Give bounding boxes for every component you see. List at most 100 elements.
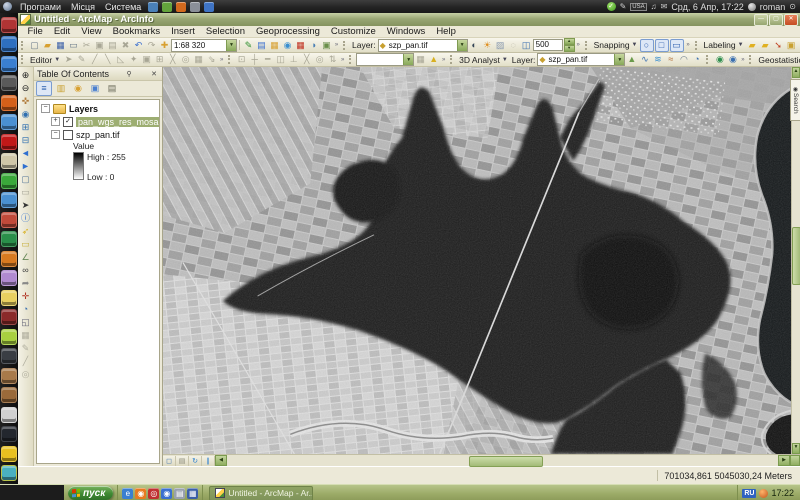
edit-trace-icon[interactable]: ╲ bbox=[101, 54, 114, 66]
scale-combo[interactable]: 1:68 320 ▼ bbox=[171, 39, 237, 52]
save-icon[interactable]: ▦ bbox=[54, 39, 67, 51]
las-dataset-combo[interactable]: ▼ bbox=[356, 53, 414, 66]
profile-graph-icon[interactable]: ≋ bbox=[651, 54, 664, 66]
line-of-sight-icon[interactable]: ◔ bbox=[690, 54, 703, 66]
create-features-tool[interactable]: ▦ bbox=[19, 329, 32, 342]
vertical-scroll-thumb[interactable] bbox=[792, 227, 800, 285]
toolbar-grip[interactable] bbox=[228, 55, 233, 64]
interpolate-line-icon[interactable]: ∿ bbox=[638, 54, 651, 66]
dock-pixel-app-icon[interactable] bbox=[1, 75, 17, 91]
launcher-terminal-icon[interactable] bbox=[190, 2, 200, 12]
pin-icon[interactable]: ⚲ bbox=[125, 70, 134, 78]
pause-drawing-button[interactable]: ∥ bbox=[202, 456, 215, 466]
menu-item[interactable]: File bbox=[22, 26, 48, 37]
tray-app-icon[interactable] bbox=[759, 489, 768, 498]
quicklaunch-firefox-icon[interactable]: ◉ bbox=[135, 488, 146, 499]
quicklaunch-save-icon[interactable]: ▦ bbox=[187, 488, 198, 499]
dock-box-icon[interactable] bbox=[1, 387, 17, 403]
satellite-imagery[interactable] bbox=[163, 67, 791, 454]
menu-item[interactable]: View bbox=[76, 26, 107, 37]
dock-anchor-icon[interactable] bbox=[1, 17, 17, 33]
dock-skype-icon[interactable] bbox=[1, 173, 17, 189]
toolbar-overflow-icon[interactable]: » bbox=[339, 57, 346, 63]
toolbar-overflow-icon[interactable]: » bbox=[218, 57, 225, 63]
list-by-selection-icon[interactable]: ▣ bbox=[87, 81, 103, 96]
scroll-up-icon[interactable]: ▲ bbox=[792, 67, 800, 78]
list-by-source-icon[interactable]: ▥ bbox=[53, 81, 69, 96]
panel-clock[interactable]: Срд, 6 Апр, 17:22 bbox=[671, 2, 743, 12]
dock-vlc-icon[interactable] bbox=[1, 251, 17, 267]
topo-window-icon[interactable]: ◫ bbox=[274, 54, 287, 66]
toc-layer-row[interactable]: − szp_pan.tif bbox=[37, 128, 159, 141]
arctoolbox-icon[interactable]: ▦ bbox=[294, 39, 307, 51]
topo-circle-icon[interactable]: ◎ bbox=[313, 54, 326, 66]
toc-dataframe-row[interactable]: − Layers bbox=[37, 102, 159, 115]
edit-sketch-icon[interactable]: ✎ bbox=[75, 54, 88, 66]
menu-system[interactable]: Система bbox=[100, 2, 146, 12]
measure-tool[interactable]: ∠ bbox=[19, 251, 32, 264]
print-icon[interactable]: ▭ bbox=[67, 39, 80, 51]
dock-player-icon[interactable] bbox=[1, 348, 17, 364]
toolbar-overflow-icon[interactable]: » bbox=[685, 42, 692, 48]
dock-gis-icon[interactable] bbox=[1, 231, 17, 247]
paste-icon[interactable]: ▤ bbox=[106, 39, 119, 51]
dock-gimp-icon[interactable] bbox=[1, 270, 17, 286]
title-bar[interactable]: Untitled - ArcMap - ArcInfo —▢✕ bbox=[18, 13, 800, 26]
data-view-button[interactable]: ◻ bbox=[163, 456, 176, 466]
edit-attributes-icon[interactable]: ▣ bbox=[140, 54, 153, 66]
new-document-icon[interactable]: ▢ bbox=[28, 39, 41, 51]
topo-node-icon[interactable]: ⊡ bbox=[235, 54, 248, 66]
arcscene-icon[interactable]: ◉ bbox=[726, 54, 739, 66]
expand-icon[interactable]: + bbox=[51, 117, 60, 126]
point-snapping-icon[interactable]: ○ bbox=[640, 39, 654, 52]
dock-burner-icon[interactable] bbox=[1, 309, 17, 325]
flicker-rate-input[interactable]: 500 bbox=[533, 39, 563, 51]
label-manager-icon[interactable]: ▰ bbox=[746, 39, 759, 51]
back-extent-tool[interactable]: ◄ bbox=[19, 147, 32, 160]
editor-toolbar-icon[interactable]: ✎ bbox=[242, 39, 255, 51]
topo-perp-icon[interactable]: ⊥ bbox=[287, 54, 300, 66]
menu-applications[interactable]: Програми bbox=[15, 2, 66, 12]
full-extent-tool[interactable]: ◉ bbox=[19, 108, 32, 121]
toc-title-bar[interactable]: Table Of Contents ⚲ ✕ bbox=[34, 67, 162, 81]
clear-selection-tool[interactable]: ▭ bbox=[19, 186, 32, 199]
search-dock-tab[interactable]: ◉ Search bbox=[790, 79, 800, 121]
vertex-snapping-icon[interactable]: □ bbox=[655, 39, 669, 52]
toolbar-grip[interactable] bbox=[21, 41, 26, 50]
maximize-button[interactable]: ▢ bbox=[769, 14, 783, 26]
dock-photoshop-icon[interactable] bbox=[1, 36, 17, 52]
delete-icon[interactable]: ✖ bbox=[119, 39, 132, 51]
model-builder-icon[interactable]: ▣ bbox=[320, 39, 333, 51]
redo-icon[interactable]: ↷ bbox=[145, 39, 158, 51]
toolbar-grip[interactable] bbox=[695, 41, 700, 50]
html-popup-tool[interactable]: ▭ bbox=[19, 238, 32, 251]
user-menu[interactable]: roman bbox=[760, 2, 786, 12]
close-button[interactable]: ✕ bbox=[784, 14, 798, 26]
search-window-icon[interactable]: ◉ bbox=[281, 39, 294, 51]
layer-checkbox-checked[interactable]: ✓ bbox=[63, 117, 73, 127]
toolbar-overflow-icon[interactable]: » bbox=[739, 57, 746, 63]
lock-labels-icon[interactable]: ▣ bbox=[785, 39, 798, 51]
zoom-in-tool[interactable]: ⊕ bbox=[19, 69, 32, 82]
las-triangle-icon[interactable]: ▲ bbox=[427, 54, 440, 66]
dock-opera-icon[interactable] bbox=[1, 134, 17, 150]
edit-split-icon[interactable]: ⊞ bbox=[153, 54, 166, 66]
volume-icon[interactable]: ♫ bbox=[651, 3, 657, 11]
quicklaunch-files-icon[interactable]: ▤ bbox=[174, 488, 185, 499]
dock-notes-icon[interactable] bbox=[1, 290, 17, 306]
dock-cad-icon[interactable] bbox=[1, 153, 17, 169]
topo-x-icon[interactable]: ╳ bbox=[300, 54, 313, 66]
dock-media-icon[interactable] bbox=[1, 329, 17, 345]
menu-item[interactable]: Help bbox=[431, 26, 462, 37]
toolbar-grip[interactable] bbox=[749, 55, 754, 64]
tablet-pen-icon[interactable]: ✎ bbox=[620, 3, 627, 11]
toolbar-overflow-icon[interactable]: » bbox=[333, 42, 340, 48]
toc-layer-row[interactable]: + ✓ pan_wgs_res_mosaic_ProjectRa.img bbox=[37, 115, 159, 128]
time-slider-tool[interactable]: ◔ bbox=[19, 303, 32, 316]
dataframe-name[interactable]: Layers bbox=[69, 104, 98, 114]
menu-item[interactable]: Bookmarks bbox=[107, 26, 166, 37]
layer-name-selected[interactable]: pan_wgs_res_mosaic_ProjectRa.img bbox=[76, 117, 159, 127]
keyboard-layout-indicator[interactable]: USA bbox=[630, 3, 646, 11]
analyst3d-layer-combo[interactable]: ◆ szp_pan.tif ▼ bbox=[537, 53, 625, 66]
toc-options-icon[interactable]: ▤ bbox=[104, 81, 120, 96]
